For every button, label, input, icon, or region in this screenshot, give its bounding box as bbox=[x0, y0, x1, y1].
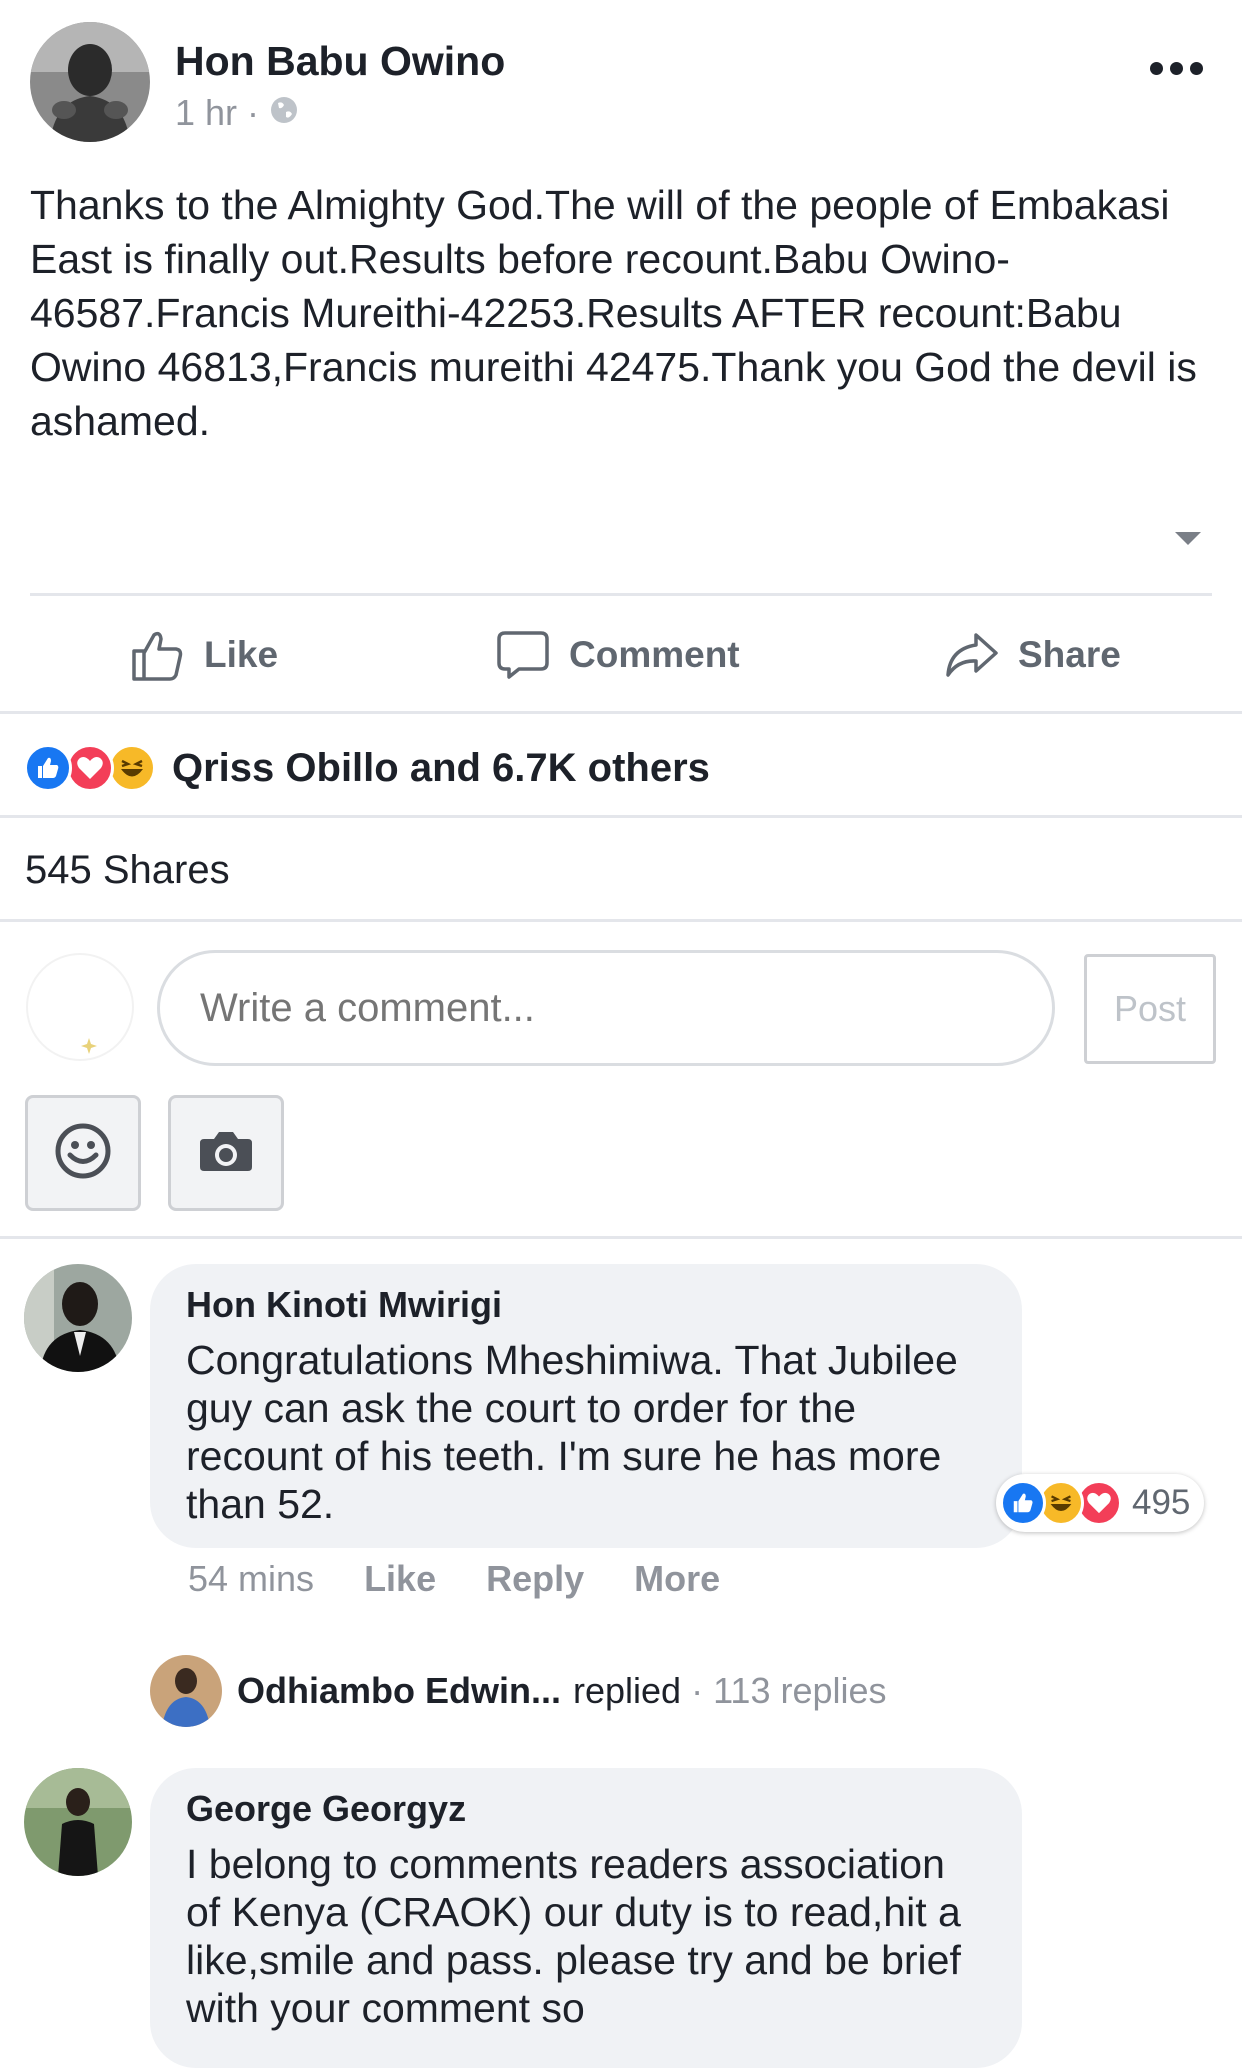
comment-more-link[interactable]: More bbox=[634, 1558, 720, 1600]
reply-count: 113 replies bbox=[713, 1670, 887, 1711]
replier-avatar bbox=[150, 1655, 222, 1727]
divider bbox=[0, 919, 1242, 922]
author-avatar[interactable] bbox=[30, 22, 150, 142]
divider bbox=[30, 593, 1212, 596]
comment-text: Congratulations Mheshimiwa. That Jubilee… bbox=[186, 1337, 958, 1527]
caret-down-icon[interactable] bbox=[1175, 532, 1201, 545]
like-button[interactable]: Like bbox=[130, 625, 278, 685]
share-label: Share bbox=[1018, 634, 1121, 675]
camera-icon bbox=[198, 1127, 254, 1180]
replies-summary[interactable]: Odhiambo Edwin... replied · 113 replies bbox=[150, 1655, 887, 1727]
commenter-avatar[interactable] bbox=[24, 1768, 132, 1876]
globe-icon bbox=[269, 92, 299, 134]
commenter-avatar[interactable] bbox=[24, 1264, 132, 1372]
haha-icon bbox=[108, 744, 156, 792]
comment-time[interactable]: 54 mins bbox=[188, 1558, 314, 1600]
like-icon bbox=[24, 744, 72, 792]
divider bbox=[0, 1236, 1242, 1239]
reactions-summary[interactable]: Qriss Obillo and 6.7K others bbox=[24, 738, 710, 798]
share-arrow-icon bbox=[944, 627, 1000, 683]
replied-label: replied bbox=[573, 1670, 682, 1711]
comment-reaction-count: 495 bbox=[1132, 1483, 1191, 1522]
camera-button[interactable] bbox=[168, 1095, 284, 1211]
comment-author[interactable]: Hon Kinoti Mwirigi bbox=[186, 1284, 986, 1326]
thumbs-up-icon bbox=[130, 627, 186, 683]
comment-bubble: Hon Kinoti Mwirigi Congratulations Mhesh… bbox=[150, 1264, 1022, 1548]
comment-input[interactable] bbox=[157, 950, 1055, 1066]
emoji-button[interactable] bbox=[25, 1095, 141, 1211]
comment-actions: 54 mins Like Reply More bbox=[188, 1558, 720, 1600]
comment-like-link[interactable]: Like bbox=[364, 1558, 436, 1600]
comment-bubble: George Georgyz I belong to comments read… bbox=[150, 1768, 1022, 2068]
comment-button[interactable]: Comment bbox=[495, 625, 740, 685]
comment-label: Comment bbox=[569, 634, 740, 675]
post-button[interactable]: Post bbox=[1084, 954, 1216, 1064]
post-time[interactable]: 1 hr bbox=[175, 92, 237, 134]
comment-reply-link[interactable]: Reply bbox=[486, 1558, 584, 1600]
comment-text: I belong to comments readers association… bbox=[186, 1841, 961, 2031]
like-label: Like bbox=[204, 634, 279, 675]
post-meta: 1 hr · bbox=[175, 92, 299, 134]
meta-separator: · bbox=[247, 92, 260, 133]
divider bbox=[0, 711, 1242, 714]
divider bbox=[0, 815, 1242, 818]
share-button[interactable]: Share bbox=[944, 625, 1121, 685]
more-options-icon[interactable] bbox=[1150, 48, 1210, 88]
smiley-icon bbox=[53, 1121, 113, 1186]
like-icon bbox=[1000, 1480, 1046, 1526]
meta-separator: · bbox=[691, 1670, 704, 1711]
comment-bubble-icon bbox=[495, 627, 551, 683]
replier-name: Odhiambo Edwin... bbox=[237, 1670, 561, 1711]
current-user-avatar bbox=[25, 952, 135, 1062]
love-icon bbox=[66, 744, 114, 792]
post-author-name[interactable]: Hon Babu Owino bbox=[175, 38, 505, 85]
comment-author[interactable]: George Georgyz bbox=[186, 1788, 986, 1830]
reactions-summary-text[interactable]: Qriss Obillo and 6.7K others bbox=[172, 746, 710, 791]
shares-count[interactable]: 545 Shares bbox=[25, 848, 230, 893]
comment-reactions[interactable]: 495 bbox=[996, 1474, 1205, 1532]
post-text: Thanks to the Almighty God.The will of t… bbox=[30, 182, 1197, 444]
